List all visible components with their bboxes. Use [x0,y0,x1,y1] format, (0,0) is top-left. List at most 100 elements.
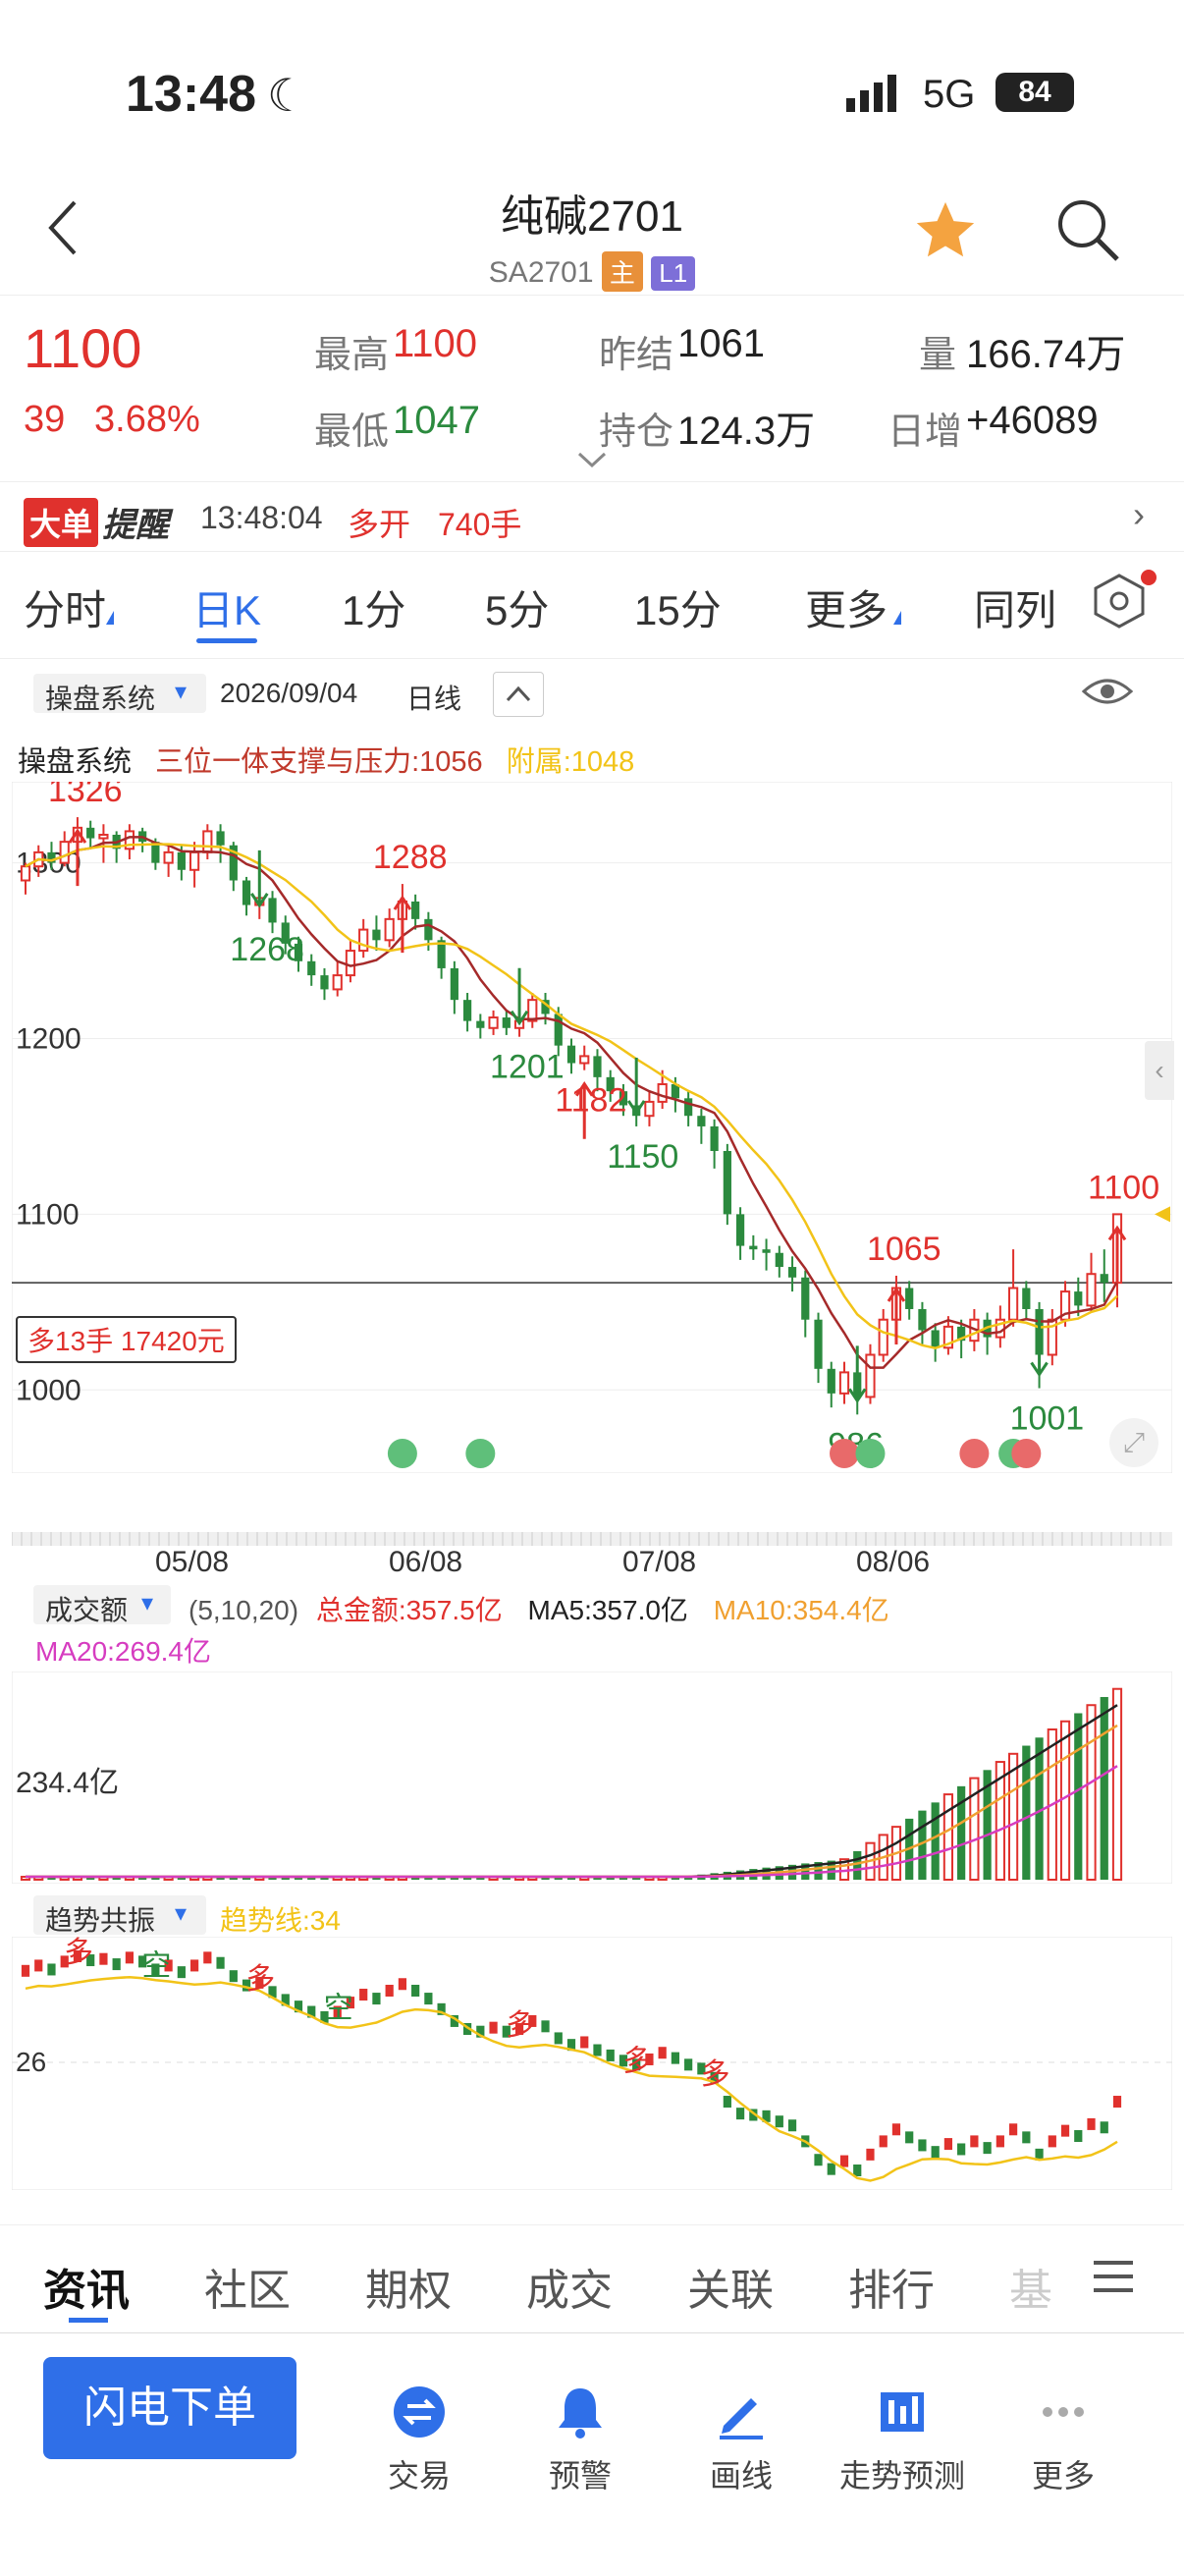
candle-body [358,928,369,953]
trend-block [775,2115,783,2128]
indicator-legend: 操盘系统 三位一体支撑与压力:1056 附属:1048 [18,739,634,780]
side-panel-handle-icon[interactable]: ‹ [1145,1041,1174,1100]
price-annotation: 1065 [867,1231,942,1268]
flash-order-button[interactable]: 闪电下单 [43,2357,296,2459]
trend-block [983,2142,992,2155]
trend-block [931,2146,940,2159]
candle-body [98,833,109,840]
trend-forecast-button[interactable]: 走势预测 [829,2383,976,2496]
trend-selector[interactable]: 趋势共振 ▾ [33,1895,206,1936]
candle-body [593,1056,602,1077]
trend-block [918,2139,927,2152]
candle-body [384,917,395,942]
position-label[interactable]: 多13手 17420元 [16,1316,237,1363]
candle-body [332,974,343,991]
volume-bar [1086,1704,1097,1881]
trend-block [970,2135,979,2148]
candle-body [424,918,433,941]
trend-block [372,1993,381,2005]
high-value: 1100 [393,322,478,365]
alert-tag-big: 大单 [24,498,99,547]
price-annotation: 1100 [1088,1169,1159,1206]
candle-body [1022,1288,1031,1309]
trend-block [1048,2135,1056,2148]
tab-15min[interactable]: 15分 [634,577,722,637]
big-order-alert[interactable]: 大单 提醒 13:48:04 多开 740手 › [0,481,1184,552]
trend-block [203,1951,212,1964]
tab-ranking[interactable]: 排行 [848,2255,935,2318]
candle-body [657,1083,668,1103]
trend-block [554,2032,563,2045]
trade-button[interactable]: 交易 [346,2383,493,2496]
volume-value: 166.74万 [966,333,1126,376]
search-icon[interactable] [1054,196,1123,270]
volume-selector[interactable]: 成交额 ▾ [33,1585,171,1625]
tab-trades[interactable]: 成交 [526,2255,613,2318]
trend-block [957,2143,966,2156]
settings-hexagon-icon[interactable] [1090,572,1149,635]
ai-signal-icon [855,1439,886,1468]
volume-ma20: MA20:269.4亿 [35,1636,211,1667]
candle-body [931,1330,940,1348]
candle-body [1086,1273,1097,1307]
ai-signal-icon [1011,1439,1042,1468]
alert-lots: 740手 [438,507,522,542]
candle-body [372,929,381,941]
time-axis[interactable]: 05/08 06/08 07/08 08/06 [12,1532,1172,1581]
candle-body [801,1277,810,1320]
time-axis-track [12,1532,1172,1546]
bell-icon [559,2388,602,2439]
battery-level: 84 [1018,76,1051,108]
tab-intraday[interactable]: 分时 [24,577,106,637]
tab-1min[interactable]: 1分 [342,577,405,637]
network-label: 5G [923,73,976,116]
menu-icon[interactable] [1094,2259,1133,2299]
trend-block [684,2058,693,2071]
volume-bar [1074,1713,1083,1880]
expand-chevron-icon[interactable] [577,452,607,474]
news-active-indicator [69,2318,108,2323]
draw-line-button[interactable]: 画线 [668,2383,815,2496]
tab-community[interactable]: 社区 [204,2255,291,2318]
trend-block [593,2044,602,2056]
price-annotation: 1288 [373,839,448,876]
volume-chart[interactable] [12,1672,1172,1884]
info-tabs: 资讯 社区 期权 成交 关联 排行 基 [0,2224,1184,2333]
price-annotation: 1182 [555,1082,626,1120]
star-icon[interactable] [911,196,980,270]
kline-chart[interactable]: 1300120011001000132612681288120111821150… [12,782,1172,1473]
collapse-button[interactable] [493,672,544,717]
volume-bar [1111,1687,1123,1882]
more-button[interactable]: 更多 [990,2383,1137,2496]
trend-block [814,2154,823,2166]
price-annotation: 1326 [48,782,123,809]
tab-news[interactable]: 资讯 [43,2255,130,2318]
candle-body [307,960,316,976]
tab-fundamentals[interactable]: 基 [1009,2255,1052,2318]
trend-block [541,2020,550,2033]
quote-panel: 1100 39 3.68% 最高 1100 最低 1047 昨结 1061 持仓… [0,295,1184,481]
candle-body [579,1055,590,1065]
trend-chart[interactable]: 多空多空多多多 [12,1937,1172,2190]
low-label: 最低 [314,411,390,453]
fullscreen-icon[interactable]: ⤢ [1109,1418,1158,1467]
draw-line-label: 画线 [709,2458,773,2494]
tab-same-list[interactable]: 同列 [974,577,1056,637]
tab-more[interactable]: 更多 [805,577,888,637]
candle-body [684,1098,693,1117]
tab-related[interactable]: 关联 [687,2255,774,2318]
eye-icon[interactable] [1080,672,1135,716]
system-selector[interactable]: 操盘系统 ▾ [33,674,206,714]
volume-bar [942,1793,954,1881]
book-chart-icon [881,2392,924,2432]
candle-body [188,850,200,871]
tab-daily-k[interactable]: 日K [192,577,261,637]
tab-options[interactable]: 期权 [365,2255,452,2318]
open-interest-label: 持仓 [599,411,674,453]
candle-body [488,1016,499,1029]
tab-5min[interactable]: 5分 [485,577,549,637]
alert-button[interactable]: 预警 [507,2383,654,2496]
chart-date: 2026/09/04 [220,678,358,708]
pen-icon [720,2398,763,2439]
trend-axis-label: 26 [16,2047,47,2077]
